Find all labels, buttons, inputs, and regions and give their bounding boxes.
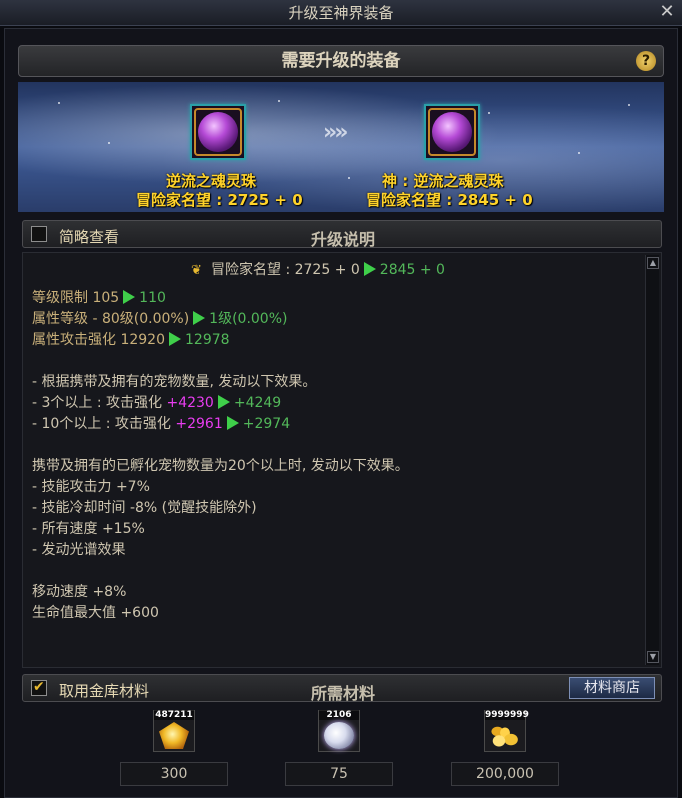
material-owned-count: 487211 — [154, 710, 194, 720]
gold-coins-icon — [490, 722, 520, 749]
target-equipment-name: 神 : 逆流之魂灵珠 — [382, 172, 504, 190]
pet-tier-line: - 10个以上 : 攻击强化 +2961 +2974 — [32, 416, 291, 432]
close-icon[interactable]: ✕ — [658, 3, 676, 21]
arrow-right-icon — [363, 262, 376, 276]
description-bar: 简略查看 升级说明 — [22, 220, 662, 249]
soul-orb-icon — [432, 112, 472, 152]
material-required-qty: 200,000 — [451, 762, 559, 786]
equipment-header-title: 需要升级的装备 — [281, 51, 401, 71]
help-icon[interactable]: ? — [636, 51, 656, 71]
material-slot[interactable]: 9999999 — [484, 710, 529, 752]
source-equipment-slot[interactable] — [190, 104, 246, 160]
fame-icon: ❦ — [191, 263, 202, 278]
gold-gem-icon — [159, 722, 189, 749]
material-slot[interactable]: 2106 — [318, 710, 360, 752]
scroll-down-icon[interactable]: ▼ — [647, 651, 659, 663]
equipment-banner: »» 逆流之魂灵珠 冒险家名望 : 2725 + 0 神 : 逆流之魂灵珠 冒险… — [18, 82, 664, 212]
equipment-header: 需要升级的装备 ? — [18, 45, 664, 77]
hatch-effect-intro: 携带及拥有的已孵化宠物数量为20个以上时, 发动以下效果。 — [32, 458, 409, 474]
material-slot[interactable]: 487211 — [153, 710, 195, 752]
window-title: 升级至神界装备 — [288, 4, 394, 22]
extra-effect-line: 移动速度 +8% — [32, 584, 127, 600]
window-titlebar: 升级至神界装备 ✕ — [0, 0, 682, 26]
target-equipment-fame: 冒险家名望 : 2845 + 0 — [366, 191, 533, 209]
source-equipment-name: 逆流之魂灵珠 — [166, 172, 257, 190]
material-required-qty: 75 — [285, 762, 393, 786]
scroll-up-icon[interactable]: ▲ — [647, 257, 659, 269]
arrow-right-icon — [193, 311, 206, 325]
stat-line: 等级限制 105 110 — [32, 290, 166, 306]
soul-orb-icon — [198, 112, 238, 152]
upgrade-arrow-icon: »» — [323, 120, 348, 145]
white-orb-icon — [324, 722, 354, 749]
source-equipment-fame: 冒险家名望 : 2725 + 0 — [136, 191, 303, 209]
fame-change-line: ❦ 冒险家名望 : 2725 + 0 2845 + 0 — [191, 262, 445, 278]
pet-effect-intro: - 根据携带及拥有的宠物数量, 发动以下效果。 — [32, 374, 317, 390]
extra-effect-line: 生命值最大值 +600 — [32, 605, 159, 621]
materials-bar: 取用金库材料 所需材料 材料商店 — [22, 674, 662, 703]
material-owned-count: 9999999 — [485, 710, 529, 720]
stat-line: 属性等级 - 80级(0.00%) 1级(0.00%) — [32, 311, 288, 327]
pet-tier-line: - 3个以上 : 攻击强化 +4230 +4249 — [32, 395, 282, 411]
material-owned-count: 2106 — [319, 710, 359, 720]
hatch-effect-line: - 发动光谱效果 — [32, 542, 126, 558]
material-shop-button[interactable]: 材料商店 — [569, 677, 655, 699]
description-panel: ❦ 冒险家名望 : 2725 + 0 2845 + 0 等级限制 105 110 属性… — [22, 252, 662, 668]
target-equipment-slot[interactable] — [424, 104, 480, 160]
hatch-effect-line: - 技能攻击力 +7% — [32, 479, 150, 495]
description-scrollbar[interactable]: ▲ ▼ — [645, 255, 659, 665]
hatch-effect-line: - 技能冷却时间 -8% (觉醒技能除外) — [32, 500, 257, 516]
arrow-right-icon — [226, 416, 239, 430]
arrow-right-icon — [169, 332, 181, 346]
required-materials-title: 所需材料 — [310, 684, 375, 703]
material-required-qty: 300 — [120, 762, 228, 786]
stat-line: 属性攻击强化 12920 12978 — [32, 332, 230, 348]
hatch-effect-line: - 所有速度 +15% — [32, 521, 145, 537]
upgrade-description-title: 升级说明 — [310, 230, 375, 249]
arrow-right-icon — [217, 395, 230, 409]
arrow-right-icon — [123, 290, 136, 304]
